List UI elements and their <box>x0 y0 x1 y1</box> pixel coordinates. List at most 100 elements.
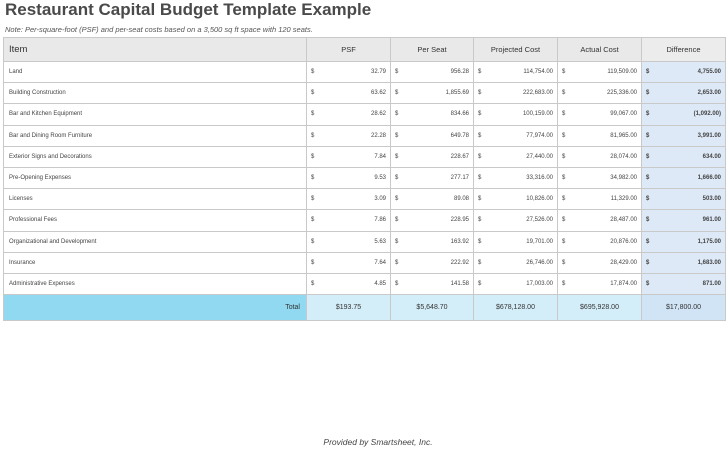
difference-cell[interactable]: $3,991.00 <box>641 124 726 147</box>
psf-cell[interactable]: $7.64 <box>306 251 391 274</box>
per-seat-cell[interactable]: $222.92 <box>390 251 474 274</box>
actual-cost-cell[interactable]: $28,487.00 <box>557 209 642 232</box>
cell-value: 100,159.00 <box>522 111 553 118</box>
actual-cost-cell[interactable]: $225,336.00 <box>557 82 642 105</box>
currency-symbol: $ <box>395 90 399 97</box>
projected-cost-cell[interactable]: $100,159.00 <box>473 103 558 126</box>
difference-cell[interactable]: $1,683.00 <box>641 251 726 274</box>
per-seat-cell[interactable]: $1,855.69 <box>390 82 474 105</box>
column-header-psf[interactable]: PSF <box>306 37 391 62</box>
per-seat-cell[interactable]: $834.66 <box>390 103 474 126</box>
projected-cost-cell[interactable]: $222,683.00 <box>473 82 558 105</box>
difference-cell[interactable]: $871.00 <box>641 272 726 296</box>
projected-cost-cell[interactable]: $17,003.00 <box>473 272 558 296</box>
difference-cell[interactable]: $4,755.00 <box>641 60 726 84</box>
difference-cell[interactable]: $1,666.00 <box>641 166 726 190</box>
per-seat-cell[interactable]: $89.08 <box>390 188 474 211</box>
per-seat-cell[interactable]: $163.92 <box>390 230 474 253</box>
per-seat-cell[interactable]: $956.28 <box>390 60 474 84</box>
projected-cost-cell[interactable]: $10,826.00 <box>473 188 558 211</box>
table-row: Licenses $3.09 $89.08 $10,826.00 $11,329.00 $… <box>3 188 726 211</box>
item-cell[interactable]: Pre-Opening Expenses <box>3 166 307 190</box>
column-header-projected-cost[interactable]: Projected Cost <box>473 37 558 62</box>
actual-cost-cell[interactable]: $99,067.00 <box>557 103 642 126</box>
projected-cost-cell[interactable]: $19,701.00 <box>473 230 558 253</box>
actual-cost-cell[interactable]: $34,982.00 <box>557 166 642 190</box>
cell-value: 28,429.00 <box>610 259 637 266</box>
cell-value: 1,855.69 <box>445 90 469 97</box>
actual-cost-cell[interactable]: $28,429.00 <box>557 251 642 274</box>
psf-cell[interactable]: $7.86 <box>306 209 391 232</box>
difference-cell[interactable]: $961.00 <box>641 209 726 232</box>
currency-symbol: $ <box>395 132 399 139</box>
per-seat-cell[interactable]: $228.67 <box>390 145 474 168</box>
actual-cost-cell[interactable]: $28,074.00 <box>557 145 642 168</box>
difference-cell[interactable]: $503.00 <box>641 188 726 211</box>
cell-value: 11,329.00 <box>610 196 637 203</box>
projected-cost-cell[interactable]: $27,526.00 <box>473 209 558 232</box>
difference-cell[interactable]: $634.00 <box>641 145 726 168</box>
item-cell[interactable]: Licenses <box>3 188 307 211</box>
cell-value: 4.85 <box>374 280 386 287</box>
item-cell[interactable]: Building Construction <box>3 82 307 105</box>
actual-cost-cell[interactable]: $81,965.00 <box>557 124 642 147</box>
psf-cell[interactable]: $22.28 <box>306 124 391 147</box>
cell-value: 503.00 <box>702 196 721 203</box>
actual-cost-cell[interactable]: $119,509.00 <box>557 60 642 84</box>
cell-value: 834.66 <box>450 111 469 118</box>
projected-cost-cell[interactable]: $27,440.00 <box>473 145 558 168</box>
projected-cost-cell[interactable]: $26,746.00 <box>473 251 558 274</box>
cell-value: 77,974.00 <box>526 132 553 139</box>
cell-value: 28.62 <box>370 111 386 118</box>
psf-cell[interactable]: $4.85 <box>306 272 391 296</box>
total-actual-cost[interactable]: $695,928.00 <box>557 294 642 322</box>
psf-cell[interactable]: $5.63 <box>306 230 391 253</box>
psf-cell[interactable]: $28.62 <box>306 103 391 126</box>
item-cell[interactable]: Insurance <box>3 251 307 274</box>
difference-cell[interactable]: $1,175.00 <box>641 230 726 253</box>
cell-value: 63.62 <box>370 90 386 97</box>
actual-cost-cell[interactable]: $11,329.00 <box>557 188 642 211</box>
total-projected-cost[interactable]: $678,128.00 <box>473 294 558 322</box>
currency-symbol: $ <box>562 153 566 160</box>
currency-symbol: $ <box>646 259 650 266</box>
projected-cost-cell[interactable]: $114,754.00 <box>473 60 558 84</box>
item-cell[interactable]: Bar and Dining Room Furniture <box>3 124 307 147</box>
difference-cell[interactable]: $ (1,092.00) <box>641 103 726 126</box>
item-cell[interactable]: Exterior Signs and Decorations <box>3 145 307 168</box>
per-seat-cell[interactable]: $277.17 <box>390 166 474 190</box>
column-header-actual-cost[interactable]: Actual Cost <box>557 37 642 62</box>
column-header-item[interactable]: Item <box>3 37 307 62</box>
currency-symbol: $ <box>395 217 399 224</box>
projected-cost-cell[interactable]: $33,316.00 <box>473 166 558 190</box>
cell-value: 141.58 <box>450 280 469 287</box>
item-cell[interactable]: Bar and Kitchen Equipment <box>3 103 307 126</box>
projected-cost-cell[interactable]: $77,974.00 <box>473 124 558 147</box>
item-cell[interactable]: Professional Fees <box>3 209 307 232</box>
cell-value: 277.17 <box>450 175 469 182</box>
psf-cell[interactable]: $3.09 <box>306 188 391 211</box>
difference-cell[interactable]: $2,653.00 <box>641 82 726 105</box>
column-header-difference[interactable]: Difference <box>641 37 726 62</box>
psf-cell[interactable]: $9.53 <box>306 166 391 190</box>
total-difference[interactable]: $17,800.00 <box>641 294 726 322</box>
actual-cost-cell[interactable]: $20,876.00 <box>557 230 642 253</box>
total-label[interactable]: Total <box>3 294 307 322</box>
item-cell[interactable]: Administrative Expenses <box>3 272 307 296</box>
psf-cell[interactable]: $32.79 <box>306 60 391 84</box>
actual-cost-cell[interactable]: $17,874.00 <box>557 272 642 296</box>
total-psf[interactable]: $193.75 <box>306 294 391 322</box>
page-title: Restaurant Capital Budget Template Examp… <box>5 0 372 19</box>
per-seat-cell[interactable]: $141.58 <box>390 272 474 296</box>
currency-symbol: $ <box>478 175 482 182</box>
psf-cell[interactable]: $7.84 <box>306 145 391 168</box>
cell-value: 2,653.00 <box>697 90 721 97</box>
total-row: Total $193.75 $5,648.70 $678,128.00 $695… <box>3 294 726 322</box>
total-per-seat[interactable]: $5,648.70 <box>390 294 474 322</box>
item-cell[interactable]: Land <box>3 60 307 84</box>
item-cell[interactable]: Organizational and Development <box>3 230 307 253</box>
psf-cell[interactable]: $63.62 <box>306 82 391 105</box>
per-seat-cell[interactable]: $228.95 <box>390 209 474 232</box>
column-header-per-seat[interactable]: Per Seat <box>390 37 474 62</box>
per-seat-cell[interactable]: $649.78 <box>390 124 474 147</box>
